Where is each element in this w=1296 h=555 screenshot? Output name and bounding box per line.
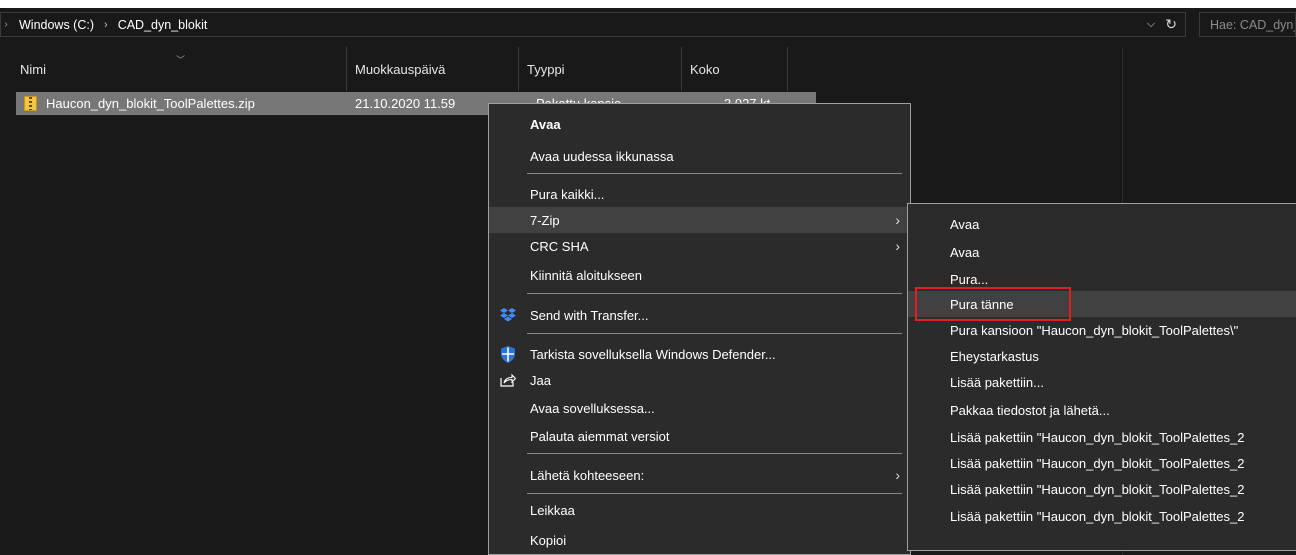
breadcrumb-item-drive[interactable]: Windows (C:) — [19, 18, 94, 32]
highlight-annotation-box — [915, 287, 1071, 321]
submenu-item-add-to-archive[interactable]: Lisää pakettiin... — [908, 369, 1296, 395]
menu-item-open-new-window[interactable]: Avaa uudessa ikkunassa — [489, 143, 910, 169]
submenu-item-test[interactable]: Eheystarkastus — [908, 343, 1296, 369]
chevron-right-icon: › — [895, 238, 900, 254]
menu-item-crc-sha[interactable]: CRC SHA › — [489, 233, 910, 259]
column-header-row: ﹀ Nimi Muokkauspäivä Tyyppi Koko — [0, 47, 1296, 91]
menu-separator — [527, 493, 902, 494]
submenu-item-add-to-named-4[interactable]: Lisää pakettiin "Haucon_dyn_blokit_ToolP… — [908, 503, 1296, 529]
menu-separator — [527, 453, 902, 454]
menu-item-cut[interactable]: Leikkaa — [489, 497, 910, 523]
menu-item-share[interactable]: Jaa — [489, 367, 910, 393]
menu-separator — [527, 173, 902, 174]
submenu-item-open[interactable]: Avaa — [908, 211, 1296, 237]
address-bar: › Windows (C:) › CAD_dyn_blokit ⌵ ↻ Hae:… — [0, 8, 1296, 41]
menu-separator — [527, 333, 902, 334]
menu-item-pin-start[interactable]: Kiinnitä aloitukseen — [489, 262, 910, 288]
menu-item-open[interactable]: Avaa — [489, 111, 910, 137]
submenu-item-add-to-named-1[interactable]: Lisää pakettiin "Haucon_dyn_blokit_ToolP… — [908, 424, 1296, 450]
menu-item-extract-all[interactable]: Pura kaikki... — [489, 181, 910, 207]
breadcrumb-overflow-icon[interactable]: › — [1, 19, 11, 30]
column-header-modified[interactable]: Muokkauspäivä — [347, 47, 519, 91]
breadcrumb[interactable]: › Windows (C:) › CAD_dyn_blokit ⌵ ↻ — [0, 12, 1186, 37]
column-header-size[interactable]: Koko — [682, 47, 788, 91]
breadcrumb-separator-icon[interactable]: › — [104, 19, 108, 31]
refresh-icon[interactable]: ↻ — [1165, 16, 1177, 33]
column-header-name[interactable]: Nimi — [12, 47, 347, 91]
column-header-type[interactable]: Tyyppi — [519, 47, 682, 91]
chevron-down-icon[interactable]: ⌵ — [1147, 18, 1155, 31]
dropbox-icon — [499, 306, 517, 324]
chevron-right-icon: › — [895, 467, 900, 483]
sevenzip-submenu: Avaa Avaa Pura... Pura tänne Pura kansio… — [907, 203, 1296, 551]
file-name: Haucon_dyn_blokit_ToolPalettes.zip — [46, 96, 255, 111]
context-menu: Avaa Avaa uudessa ikkunassa Pura kaikki.… — [488, 103, 911, 555]
windows-defender-shield-icon — [499, 345, 517, 363]
submenu-item-compress-email[interactable]: Pakkaa tiedostot ja lähetä... — [908, 397, 1296, 423]
search-input[interactable]: Hae: CAD_dyn_blokit — [1199, 12, 1296, 37]
breadcrumb-item-folder[interactable]: CAD_dyn_blokit — [118, 18, 208, 32]
menu-separator — [527, 293, 902, 294]
menu-item-send-to[interactable]: Lähetä kohteeseen: › — [489, 462, 910, 488]
menu-item-open-with[interactable]: Avaa sovelluksessa... — [489, 395, 910, 421]
share-icon — [499, 371, 517, 389]
submenu-item-add-to-named-3[interactable]: Lisää pakettiin "Haucon_dyn_blokit_ToolP… — [908, 476, 1296, 502]
file-modified: 21.10.2020 11.59 — [355, 96, 456, 111]
address-controls: ⌵ ↻ — [1147, 13, 1177, 36]
menu-item-copy[interactable]: Kopioi — [489, 527, 910, 553]
submenu-item-open-alt[interactable]: Avaa — [908, 239, 1296, 265]
menu-item-send-transfer[interactable]: Send with Transfer... — [489, 302, 910, 328]
submenu-item-add-to-named-2[interactable]: Lisää pakettiin "Haucon_dyn_blokit_ToolP… — [908, 450, 1296, 476]
chevron-right-icon: › — [895, 212, 900, 228]
menu-item-7zip[interactable]: 7-Zip › — [489, 207, 910, 233]
menu-item-defender[interactable]: Tarkista sovelluksella Windows Defender.… — [489, 341, 910, 367]
menu-item-restore-versions[interactable]: Palauta aiemmat versiot — [489, 423, 910, 449]
zip-folder-icon — [24, 96, 37, 111]
